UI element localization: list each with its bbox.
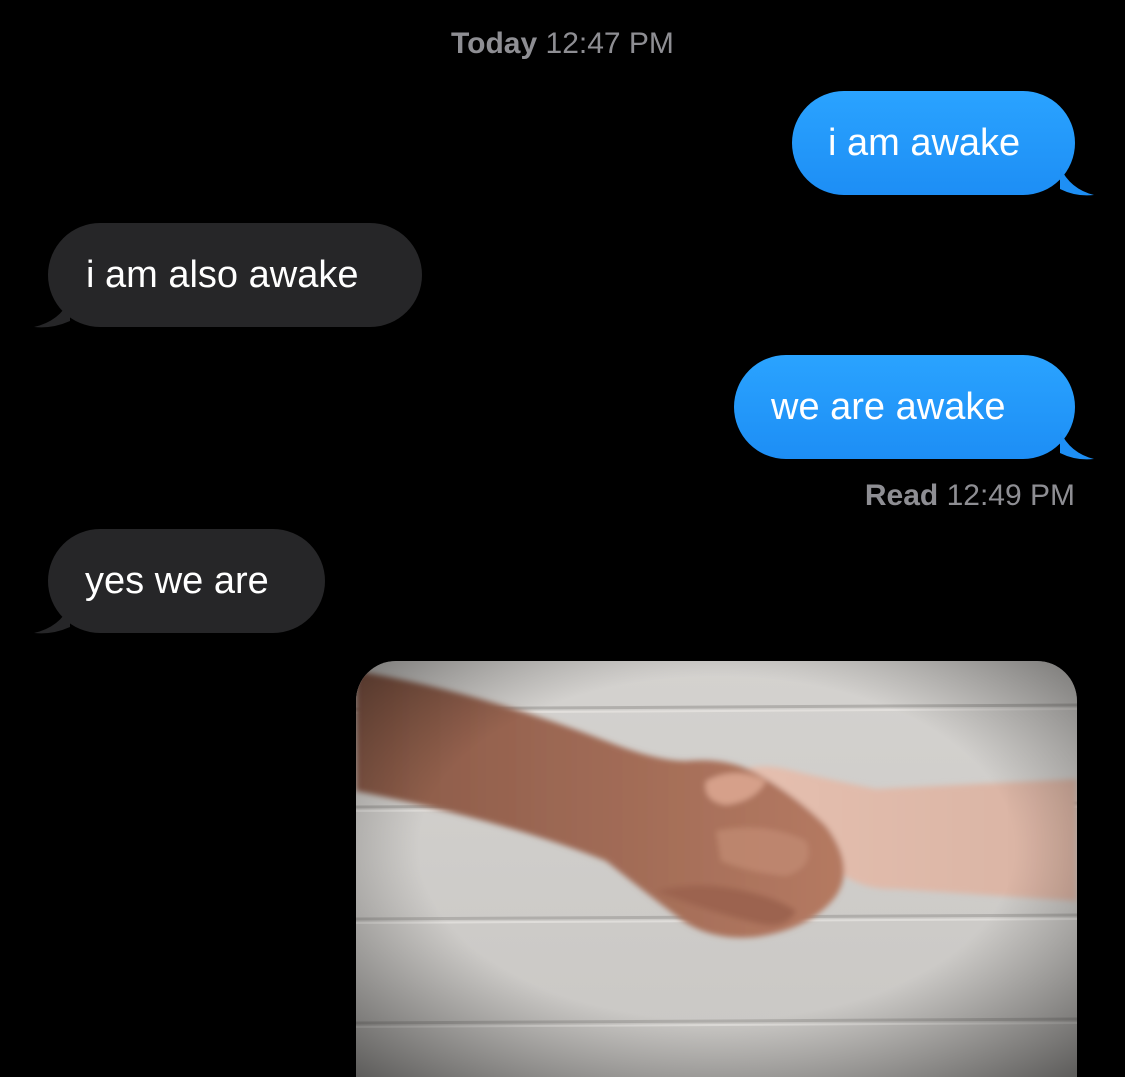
read-receipt-label: Read [864, 479, 939, 512]
handshake-photo-attachment[interactable] [356, 661, 1077, 1077]
timestamp-time: 12:47 PM [545, 27, 674, 60]
bubble-tail [1060, 431, 1094, 460]
message-bubble-sent[interactable]: we are awake [734, 355, 1075, 459]
message-text: i am also awake [86, 254, 359, 296]
message-text: i am awake [828, 122, 1021, 164]
message-text: yes we are [85, 560, 269, 602]
timestamp-day: Today [451, 27, 538, 60]
bubble-tail [34, 299, 70, 328]
message-bubble-received[interactable]: i am also awake [48, 223, 422, 327]
message-text: we are awake [771, 386, 1006, 428]
handshake-image [356, 661, 1077, 1077]
read-receipt-time: 12:49 PM [946, 479, 1075, 512]
message-bubble-received[interactable]: yes we are [48, 529, 325, 633]
read-receipt: Read 12:49 PM [865, 474, 1075, 518]
conversation-timestamp: Today 12:47 PM [0, 22, 1125, 66]
message-bubble-sent[interactable]: i am awake [792, 91, 1075, 195]
bubble-tail [34, 605, 70, 634]
bubble-tail [1060, 167, 1094, 196]
